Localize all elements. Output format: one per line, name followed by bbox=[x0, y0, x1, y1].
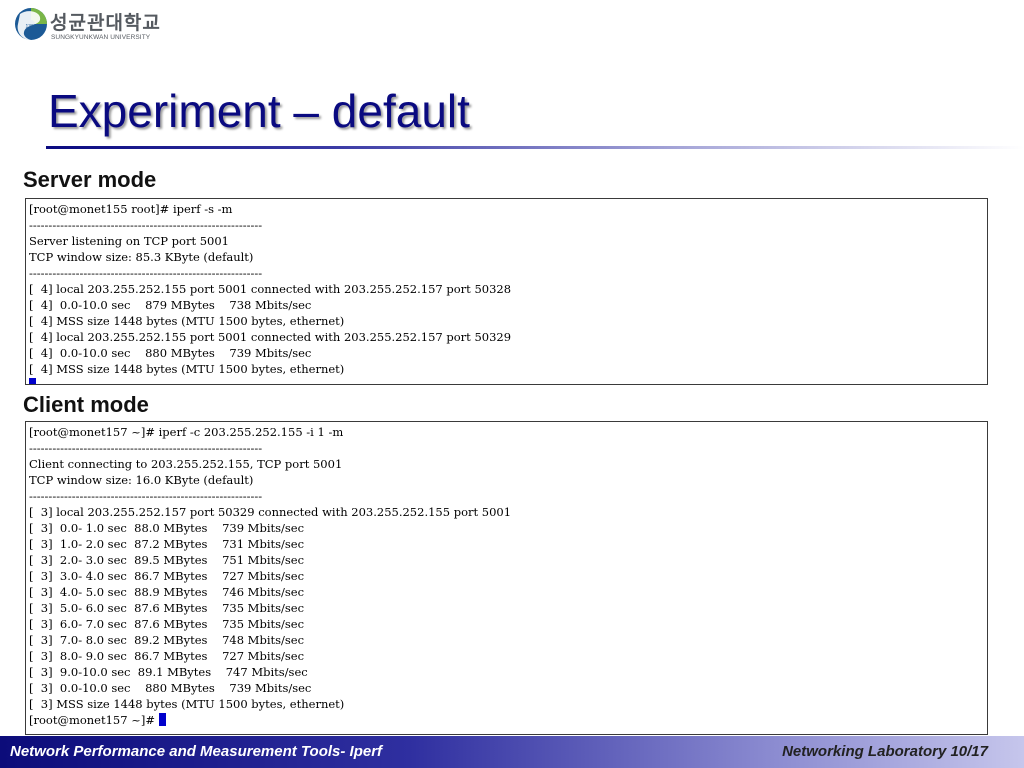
university-name-english: SUNGKYUNKWAN UNIVERSITY bbox=[51, 34, 151, 41]
university-emblem-icon: 1398 bbox=[15, 8, 47, 40]
terminal-line: [ 3] 7.0- 8.0 sec 89.2 MBytes 748 Mbits/… bbox=[29, 633, 305, 647]
terminal-cursor bbox=[158, 713, 166, 726]
terminal-line: Server listening on TCP port 5001 bbox=[29, 234, 230, 248]
terminal-line: [ 4] 0.0-10.0 sec 879 MBytes 738 Mbits/s… bbox=[29, 298, 312, 312]
emblem-year: 1398 bbox=[25, 24, 36, 30]
terminal-line: TCP window size: 16.0 KByte (default) bbox=[29, 473, 254, 487]
terminal-line: [ 4] 0.0-10.0 sec 880 MBytes 739 Mbits/s… bbox=[29, 346, 312, 360]
terminal-prompt-line bbox=[26, 377, 987, 384]
terminal-line: [ 3] 8.0- 9.0 sec 86.7 MBytes 727 Mbits/… bbox=[29, 649, 305, 663]
footer-topic: Network Performance and Measurement Tool… bbox=[10, 743, 383, 760]
terminal-line: [root@monet157 ~]# iperf -c 203.255.252.… bbox=[29, 425, 344, 439]
terminal-line: [root@monet155 root]# iperf -s -m bbox=[29, 202, 233, 216]
terminal-line: [ 3] 0.0- 1.0 sec 88.0 MBytes 739 Mbits/… bbox=[29, 521, 305, 535]
terminal-line: [ 3] 9.0-10.0 sec 89.1 MBytes 747 Mbits/… bbox=[29, 665, 308, 679]
university-name-korean: 성균관대학교 bbox=[50, 12, 161, 34]
terminal-line: [ 3] local 203.255.252.157 port 50329 co… bbox=[29, 505, 512, 519]
terminal-line: Client connecting to 203.255.252.155, TC… bbox=[29, 457, 343, 471]
title-underline bbox=[46, 146, 1024, 149]
footer-lab-page: Networking Laboratory 10/17 bbox=[782, 743, 988, 760]
terminal-line: [ 3] 2.0- 3.0 sec 89.5 MBytes 751 Mbits/… bbox=[29, 553, 305, 567]
terminal-line: [ 4] MSS size 1448 bytes (MTU 1500 bytes… bbox=[29, 314, 345, 328]
terminal-line: [ 4] local 203.255.252.155 port 5001 con… bbox=[29, 282, 512, 296]
terminal-line: [ 3] MSS size 1448 bytes (MTU 1500 bytes… bbox=[29, 697, 345, 711]
terminal-line: ----------------------------------------… bbox=[29, 441, 263, 455]
client-mode-heading: Client mode bbox=[23, 392, 149, 417]
client-terminal-output: [root@monet157 ~]# iperf -c 203.255.252.… bbox=[25, 421, 988, 735]
terminal-line: ----------------------------------------… bbox=[29, 489, 263, 503]
terminal-line: ----------------------------------------… bbox=[29, 266, 263, 280]
terminal-cursor bbox=[29, 378, 36, 384]
server-mode-heading: Server mode bbox=[23, 167, 157, 192]
terminal-line: [ 4] MSS size 1448 bytes (MTU 1500 bytes… bbox=[29, 362, 345, 376]
terminal-line: TCP window size: 85.3 KByte (default) bbox=[29, 250, 254, 264]
terminal-line: [ 3] 3.0- 4.0 sec 86.7 MBytes 727 Mbits/… bbox=[29, 569, 305, 583]
university-logo: 1398 성균관대학교 SUNGKYUNKWAN UNIVERSITY bbox=[14, 6, 174, 46]
terminal-line: [ 3] 1.0- 2.0 sec 87.2 MBytes 731 Mbits/… bbox=[29, 537, 305, 551]
server-terminal-output: [root@monet155 root]# iperf -s -m -------… bbox=[25, 198, 988, 385]
slide-footer: Network Performance and Measurement Tool… bbox=[0, 736, 1024, 768]
terminal-line: [ 3] 4.0- 5.0 sec 88.9 MBytes 746 Mbits/… bbox=[29, 585, 305, 599]
terminal-line: ----------------------------------------… bbox=[29, 218, 263, 232]
terminal-line: [ 3] 5.0- 6.0 sec 87.6 MBytes 735 Mbits/… bbox=[29, 601, 305, 615]
terminal-line: [ 3] 0.0-10.0 sec 880 MBytes 739 Mbits/s… bbox=[29, 681, 312, 695]
terminal-line: [ 4] local 203.255.252.155 port 5001 con… bbox=[29, 330, 512, 344]
terminal-line: [ 3] 6.0- 7.0 sec 87.6 MBytes 735 Mbits/… bbox=[29, 617, 305, 631]
terminal-line: [root@monet157 ~]# bbox=[26, 712, 987, 728]
slide-title: Experiment – default bbox=[48, 85, 470, 137]
